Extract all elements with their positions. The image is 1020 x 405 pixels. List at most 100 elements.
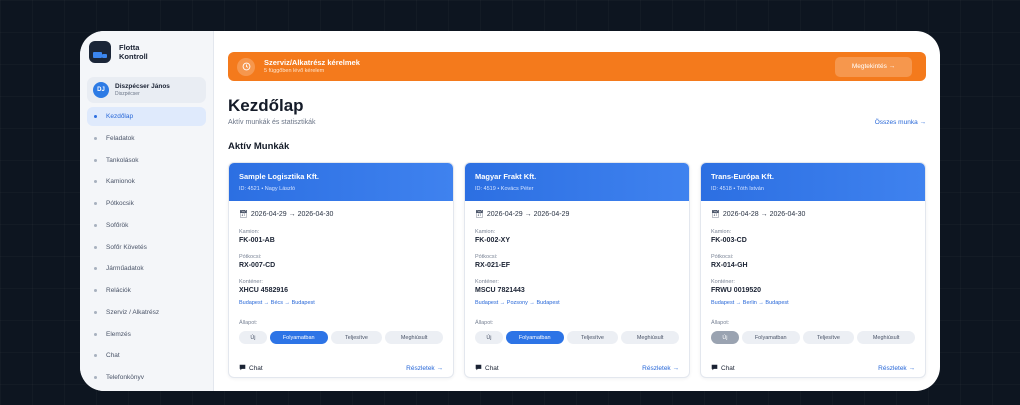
job-card-header: Magyar Frakt Kft. ID: 4519 • Kovács Péte… <box>465 163 689 201</box>
status-label: Állapot: <box>711 320 730 326</box>
job-card[interactable]: Sample Logisztika Kft. ID: 4521 • Nagy L… <box>228 162 454 378</box>
details-link[interactable]: Részletek → <box>878 365 915 372</box>
sidebar-item-relaciok[interactable]: Relációk <box>87 281 206 300</box>
sidebar-item-tankolasok[interactable]: Tankolások <box>87 151 206 170</box>
bullet-icon <box>94 115 97 118</box>
sidebar-item-label: Sofőr Követés <box>106 243 147 251</box>
calendar-icon: 📅︎ <box>239 211 248 218</box>
truck-label: Kamion: <box>475 229 496 235</box>
status-pill-completed[interactable]: Teljesítve <box>802 331 855 344</box>
bullet-icon <box>94 245 97 249</box>
job-dates: 2026-04-29 → 2026-04-29 <box>486 210 570 218</box>
sidebar-item-label: Chat <box>106 352 120 360</box>
trailer-value: RX-007-CD <box>239 262 276 269</box>
user-name: Diszpécser János <box>115 83 170 90</box>
avatar: DJ <box>93 82 109 98</box>
trailer-value: RX-014-GH <box>711 262 748 269</box>
sidebar-item-label: Feladatok <box>106 134 135 142</box>
job-cards: Sample Logisztika Kft. ID: 4521 • Nagy L… <box>228 162 926 378</box>
status-pill-completed[interactable]: Teljesítve <box>330 331 383 344</box>
sidebar-item-kezdolap[interactable]: Kezdőlap <box>87 107 206 126</box>
details-link[interactable]: Részletek → <box>406 365 443 372</box>
status-pill-failed[interactable]: Meghiúsult <box>621 331 679 344</box>
job-id-line: ID: 4518 • Tóth István <box>711 186 764 192</box>
truck-value: FK-001-AB <box>239 237 275 244</box>
status-selector: Új Folyamatban Teljesítve Meghiúsult <box>711 331 915 344</box>
sidebar-item-label: Elemzés <box>106 330 131 338</box>
sidebar-item-label: Szerviz / Alkatrész <box>106 308 160 316</box>
status-pill-new[interactable]: Új <box>475 331 503 344</box>
truck-label: Kamion: <box>239 229 260 235</box>
job-dates: 2026-04-29 → 2026-04-30 <box>250 210 334 218</box>
chat-button[interactable]: Chat <box>239 364 263 373</box>
user-card[interactable]: DJ Diszpécser János Diszpécser <box>87 77 206 103</box>
status-selector: Új Folyamatban Teljesítve Meghiúsult <box>475 331 679 344</box>
trailer-label: Pótkocsi: <box>239 254 262 260</box>
job-company: Magyar Frakt Kft. <box>475 172 537 181</box>
sidebar-item-elemzes[interactable]: Elemzés <box>87 325 206 344</box>
sidebar-item-label: Pótkocsik <box>106 200 134 207</box>
sidebar-item-label: Telefonkönyv <box>106 374 144 381</box>
chat-bubble-icon <box>239 364 246 373</box>
route-link[interactable]: Budapest → Pozsony → Budapest <box>475 300 679 307</box>
bullet-icon <box>94 180 97 184</box>
sidebar-item-chat[interactable]: Chat <box>87 346 206 365</box>
sidebar-item-szerviz[interactable]: Szerviz / Alkatrész <box>87 303 206 322</box>
brand-name: Flotta Kontroll <box>119 43 148 61</box>
sidebar-nav: Kezdőlap Feladatok Tankolások Kamionok P… <box>87 107 206 387</box>
status-pill-completed[interactable]: Teljesítve <box>566 331 619 344</box>
status-selector: Új Folyamatban Teljesítve Meghiúsult <box>239 331 443 344</box>
status-pill-in-progress[interactable]: Folyamatban <box>741 331 800 344</box>
view-requests-button[interactable]: Megtekintés → <box>835 56 912 77</box>
trailer-label: Pótkocsi: <box>711 254 734 260</box>
bullet-icon <box>94 267 97 271</box>
sidebar-item-label: Relációk <box>106 287 131 294</box>
brand[interactable]: Flotta Kontroll <box>87 40 206 64</box>
bullet-icon <box>94 289 97 292</box>
sidebar-item-feladatok[interactable]: Feladatok <box>87 129 206 148</box>
status-pill-new[interactable]: Új <box>239 331 267 344</box>
route-link[interactable]: Budapest → Bécs → Budapest <box>239 300 443 307</box>
calendar-icon: 📅︎ <box>711 211 720 218</box>
job-id-line: ID: 4521 • Nagy László <box>239 186 296 192</box>
sidebar-item-jarmuadatok[interactable]: Járműadatok <box>87 259 206 278</box>
sidebar: Flotta Kontroll DJ Diszpécser János Disz… <box>80 31 214 391</box>
sidebar-item-potkocsik[interactable]: Pótkocsik <box>87 194 206 213</box>
route-link[interactable]: Budapest → Berlin → Budapest <box>711 300 915 307</box>
container-value: MSCU 7821443 <box>475 287 525 294</box>
clock-icon <box>237 57 255 76</box>
job-card[interactable]: Magyar Frakt Kft. ID: 4519 • Kovács Péte… <box>464 162 690 378</box>
alert-subtitle: 5 függőben lévő kérelem <box>264 68 325 74</box>
chat-button[interactable]: Chat <box>475 364 499 373</box>
sidebar-item-kamionok[interactable]: Kamionok <box>87 172 206 191</box>
sidebar-item-soforok[interactable]: Sofőrök <box>87 216 206 235</box>
container-label: Konténer: <box>475 279 499 285</box>
bullet-icon <box>94 310 97 314</box>
chat-label: Chat <box>249 364 263 372</box>
bullet-icon <box>94 332 97 336</box>
sidebar-item-telefonkonyv[interactable]: Telefonkönyv <box>87 368 206 387</box>
page-title: Kezdőlap <box>228 96 304 115</box>
user-role: Diszpécser <box>115 91 140 97</box>
job-card[interactable]: Trans-Európa Kft. ID: 4518 • Tóth István… <box>700 162 926 378</box>
status-pill-new[interactable]: Új <box>711 331 739 344</box>
bullet-icon <box>94 136 97 140</box>
alert-title: Szerviz/Alkatrész kérelmek <box>264 58 360 67</box>
status-pill-failed[interactable]: Meghiúsult <box>857 331 915 344</box>
chat-bubble-icon <box>711 364 718 373</box>
all-jobs-link[interactable]: Összes munka → <box>875 119 926 126</box>
container-value: FRWU 0019520 <box>711 287 762 294</box>
details-link[interactable]: Részletek → <box>642 365 679 372</box>
bullet-icon <box>94 158 97 162</box>
trailer-label: Pótkocsi: <box>475 254 498 260</box>
status-label: Állapot: <box>239 320 258 326</box>
status-pill-in-progress[interactable]: Folyamatban <box>269 331 328 344</box>
bullet-icon <box>94 376 97 379</box>
status-pill-failed[interactable]: Meghiúsult <box>385 331 443 344</box>
chat-button[interactable]: Chat <box>711 364 735 373</box>
service-request-alert: Szerviz/Alkatrész kérelmek 5 függőben lé… <box>228 52 926 81</box>
status-pill-in-progress[interactable]: Folyamatban <box>505 331 564 344</box>
bullet-icon <box>94 223 97 227</box>
page-subtitle: Aktív munkák és statisztikák <box>228 119 316 126</box>
sidebar-item-sofor-kovetes[interactable]: Sofőr Követés <box>87 238 206 257</box>
